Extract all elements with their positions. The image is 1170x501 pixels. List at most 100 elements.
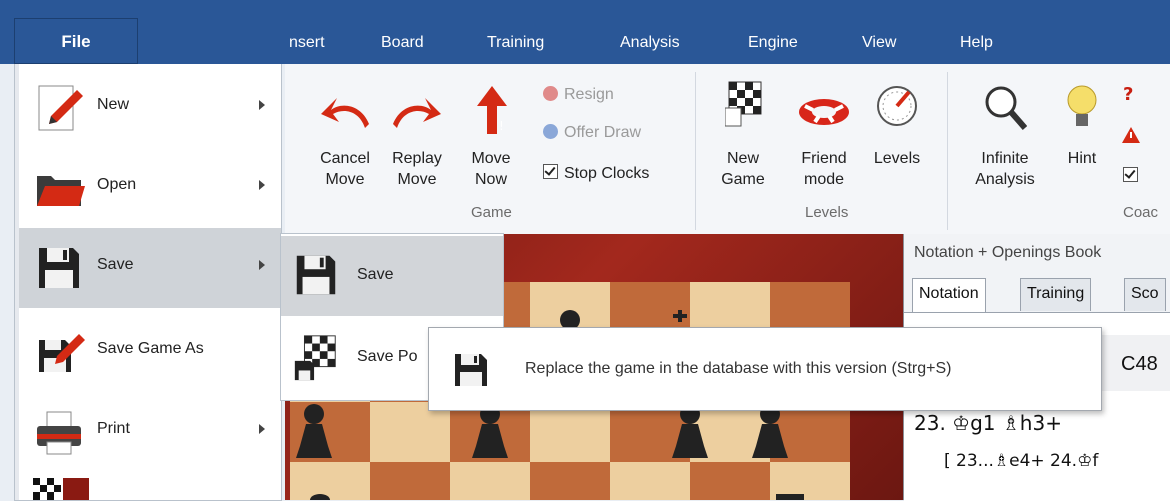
question-icon: ? — [1123, 84, 1134, 105]
menu-engine[interactable]: Engine — [748, 34, 798, 52]
cancel-move-button[interactable]: Cancel Move — [315, 84, 375, 194]
file-menu-print[interactable]: Print — [19, 392, 281, 472]
board-square[interactable] — [370, 402, 450, 462]
friend-mode-label: Friend mode — [801, 150, 847, 188]
checkbox-checked-icon — [1123, 167, 1138, 182]
offer-draw-button[interactable]: Offer Draw — [543, 124, 641, 142]
lifebuoy-icon — [799, 99, 849, 125]
lightbulb-icon — [1067, 85, 1097, 126]
warning-icon — [1122, 127, 1140, 143]
move-now-label: Move Now — [471, 150, 511, 188]
group-label-game: Game — [471, 204, 512, 221]
levels-button[interactable]: Levels — [867, 78, 927, 194]
board-square[interactable] — [610, 462, 690, 500]
tab-training[interactable]: Training — [1020, 278, 1092, 311]
move-now-button[interactable]: ! Move Now — [463, 84, 519, 194]
hint-button[interactable]: Hint — [1057, 78, 1107, 194]
new-game-button[interactable]: New Game — [715, 78, 771, 194]
file-menu-save-game-as[interactable]: Save Game As — [19, 312, 281, 392]
file-menu-open-label: Open — [97, 176, 137, 193]
tooltip-text: Replace the game in the database with th… — [525, 360, 952, 377]
black-pawn-piece[interactable] — [292, 402, 336, 460]
board-square[interactable] — [530, 402, 610, 462]
board-square[interactable] — [690, 462, 770, 500]
undo-arrow-icon — [321, 98, 369, 128]
new-game-board-icon — [725, 81, 762, 127]
group-label-levels: Levels — [805, 204, 849, 221]
levels-label: Levels — [873, 150, 921, 167]
floppy-disk-icon — [296, 255, 336, 295]
menu-training[interactable]: Training — [487, 34, 544, 52]
offer-draw-label: Offer Draw — [564, 124, 642, 141]
replay-move-button[interactable]: Replay Move — [385, 84, 449, 194]
submenu-arrow-icon — [259, 424, 265, 434]
tab-score[interactable]: Sco — [1124, 278, 1166, 311]
submenu-arrow-icon — [259, 100, 265, 110]
resign-button[interactable]: Resign — [543, 86, 614, 104]
levels-gauge-icon — [877, 86, 917, 126]
submenu-arrow-icon — [259, 180, 265, 190]
black-piece-partial[interactable] — [300, 490, 340, 500]
variation-line[interactable]: [ 23...♗e4+ 24.♔f — [944, 451, 1098, 471]
infinite-analysis-button[interactable]: Infinite Analysis — [965, 78, 1045, 194]
menu-help[interactable]: Help — [960, 34, 993, 52]
resign-label: Resign — [564, 86, 614, 103]
file-menu-save-game-as-label: Save Game As — [97, 340, 204, 357]
new-document-icon — [38, 85, 83, 131]
floppy-disk-icon — [455, 354, 487, 386]
file-menu-save-label: Save — [97, 256, 134, 273]
board-square[interactable] — [530, 462, 610, 500]
file-menu-new-label: New — [97, 96, 130, 113]
stop-clocks-label: Stop Clocks — [564, 165, 650, 182]
folder-open-icon — [37, 176, 85, 206]
hint-label: Hint — [1067, 150, 1097, 167]
up-arrow-icon: ! — [477, 86, 507, 134]
menu-analysis[interactable]: Analysis — [620, 34, 680, 52]
notation-panel-title: Notation + Openings Book — [914, 244, 1102, 261]
svg-text:!: ! — [499, 119, 504, 133]
main-line-move[interactable]: 23. ♔g1 ♗h3+ — [914, 411, 1062, 435]
file-menu-save[interactable]: Save — [19, 228, 281, 308]
file-menu-button[interactable]: File — [14, 18, 138, 64]
black-rook-partial[interactable] — [770, 490, 810, 500]
submenu-save[interactable]: Save — [281, 236, 503, 316]
infinite-analysis-label: Infinite Analysis — [975, 150, 1035, 188]
menu-board[interactable]: Board — [381, 34, 424, 52]
menu-view[interactable]: View — [862, 34, 896, 52]
file-menu-new[interactable]: New — [19, 68, 281, 148]
save-position-icon — [294, 335, 336, 381]
file-menu-print-label: Print — [97, 420, 130, 437]
resign-icon — [543, 86, 558, 101]
cancel-move-label: Cancel Move — [320, 150, 370, 188]
menu-bar: nsert Board Training Analysis Engine Vie… — [0, 0, 1170, 64]
stop-clocks-checkbox[interactable]: Stop Clocks — [543, 164, 649, 183]
printer-icon — [37, 411, 81, 455]
save-as-icon — [39, 334, 85, 372]
coach-checkbox[interactable] — [1123, 166, 1144, 185]
eco-code: C48 — [1121, 353, 1158, 375]
eco-box: C48 — [1092, 335, 1170, 391]
friend-mode-button[interactable]: Friend mode — [791, 78, 857, 194]
file-menu-open[interactable]: Open — [19, 148, 281, 228]
board-square[interactable] — [450, 462, 530, 500]
magnifier-icon — [985, 86, 1027, 130]
group-separator — [695, 72, 696, 230]
board-pattern-icon — [33, 478, 89, 500]
offer-draw-icon — [543, 124, 558, 139]
submenu-save-label: Save — [357, 266, 394, 283]
floppy-disk-icon — [39, 248, 79, 288]
group-label-coach: Coac — [1123, 204, 1159, 221]
menu-insert[interactable]: nsert — [289, 34, 325, 52]
ribbon: Cancel Move Replay Move ! Move Now Resig… — [285, 64, 1170, 235]
board-square[interactable] — [370, 462, 450, 500]
tab-notation[interactable]: Notation — [912, 278, 986, 312]
redo-arrow-icon — [393, 98, 441, 128]
new-game-label: New Game — [721, 150, 765, 188]
replay-move-label: Replay Move — [392, 150, 442, 188]
checkbox-checked-icon — [543, 164, 558, 179]
submenu-arrow-icon — [259, 260, 265, 270]
file-menu: New Open Save Save Game As Print — [14, 64, 282, 501]
submenu-save-position-label: Save Po — [357, 348, 418, 365]
group-separator — [947, 72, 948, 230]
tooltip: Replace the game in the database with th… — [428, 327, 1102, 411]
